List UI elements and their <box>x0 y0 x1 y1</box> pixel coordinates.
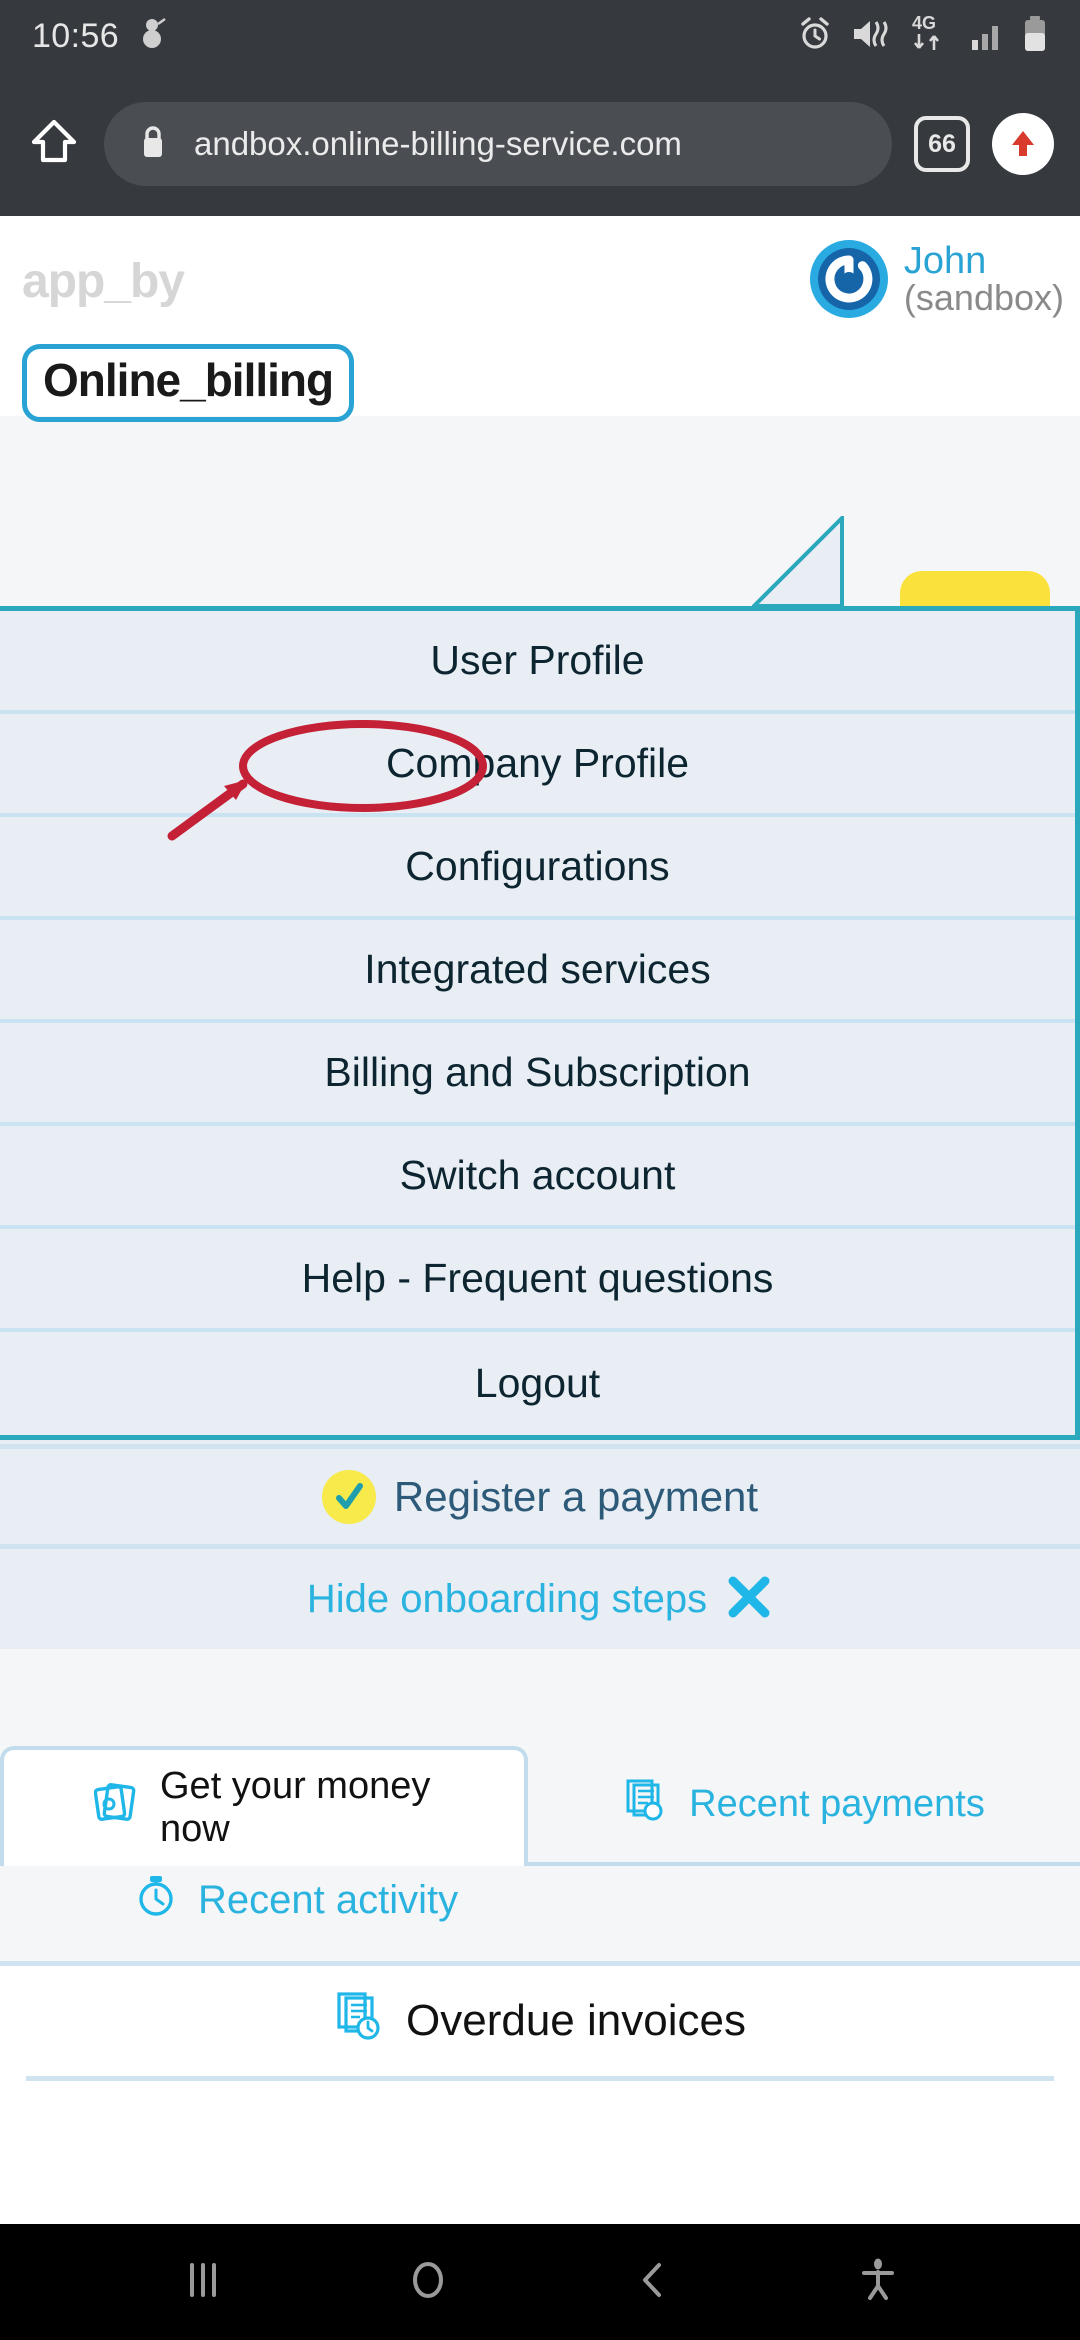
overdue-invoices-title: Overdue invoices <box>0 1966 1080 2076</box>
app-header: app_by John (sandbox) Online_billing <box>0 216 1080 667</box>
alarm-icon <box>796 15 834 58</box>
user-identity: John (sandbox) <box>904 242 1064 316</box>
menu-item-label: Integrated services <box>364 946 711 992</box>
tab-row: Get your money now Recent payments <box>0 1746 1080 1866</box>
signal-bars-icon <box>970 16 1006 57</box>
brand-appby-text: app_by <box>22 255 185 308</box>
recent-activity-link[interactable]: Recent activity <box>132 1871 458 1929</box>
menu-item-switch-account[interactable]: Switch account <box>0 1126 1075 1229</box>
menu-item-label: Company Profile <box>385 740 690 786</box>
status-bar-left: 10:56 <box>32 17 167 56</box>
hide-onboarding-steps[interactable]: Hide onboarding steps <box>0 1549 1080 1649</box>
user-dropdown-menu: User Profile Company Profile Configurati… <box>0 606 1080 1440</box>
menu-item-label: Configurations <box>405 843 670 889</box>
overdue-invoices-title-text: Overdue invoices <box>406 1996 746 2045</box>
hide-onboarding-label: Hide onboarding steps <box>306 1576 708 1621</box>
tab-recent-payments[interactable]: Recent payments <box>528 1746 1080 1866</box>
menu-item-label: Logout <box>474 1360 601 1406</box>
menu-item-logout[interactable]: Logout <box>0 1332 1075 1435</box>
menu-item-label: Billing and Subscription <box>324 1049 751 1095</box>
menu-item-configurations[interactable]: Configurations <box>0 817 1075 920</box>
dropdown-notch <box>752 516 844 608</box>
recent-activity-label: Recent activity <box>198 1877 459 1922</box>
network-4g-icon: 4G <box>908 12 954 61</box>
tab-label: Recent payments <box>689 1782 985 1825</box>
menu-item-company-profile[interactable]: Company Profile <box>0 714 1075 817</box>
menu-item-integrated-services[interactable]: Integrated services <box>0 920 1075 1023</box>
web-page-viewport: app_by John (sandbox) Online_billing Use… <box>0 216 1080 2116</box>
close-x-icon[interactable] <box>725 1573 773 1626</box>
stopwatch-icon <box>132 1871 180 1929</box>
brand-online-billing-logo: Online_billing <box>22 344 355 422</box>
menu-item-label: Help - Frequent questions <box>301 1255 774 1301</box>
menu-item-help-faq[interactable]: Help - Frequent questions <box>0 1229 1075 1332</box>
android-status-bar: 10:56 4G <box>0 0 1080 72</box>
onboarding-register-payment[interactable]: Register a payment <box>0 1449 1080 1549</box>
power-spiral-avatar-icon[interactable] <box>808 238 890 320</box>
address-bar[interactable]: andbox.online-billing-service.com <box>104 102 892 186</box>
tab-count-button[interactable]: 66 <box>914 116 970 172</box>
tab-get-your-money-now[interactable]: Get your money now <box>0 1746 528 1866</box>
url-text: andbox.online-billing-service.com <box>194 125 682 162</box>
invoices-clock-icon <box>334 1990 386 2053</box>
accessibility-icon[interactable] <box>853 2255 903 2310</box>
menu-item-label: User Profile <box>430 637 645 683</box>
user-name-label: John <box>903 240 987 282</box>
tab-label: Get your money now <box>160 1765 431 1850</box>
overdue-invoices-table: Date / Due date Invoice Total due Overdu… <box>0 2081 1080 2116</box>
status-bar-right: 4G <box>796 12 1048 61</box>
svg-text:4G: 4G <box>912 13 936 33</box>
status-bar-clock: 10:56 <box>32 16 120 55</box>
browser-toolbar: andbox.online-billing-service.com 66 <box>0 72 1080 216</box>
menu-item-user-profile[interactable]: User Profile <box>0 611 1075 714</box>
android-nav-bar <box>0 2224 1080 2340</box>
upload-arrow-icon[interactable] <box>992 113 1054 175</box>
lock-icon <box>138 121 168 168</box>
back-chevron-icon[interactable] <box>628 2255 678 2310</box>
user-environment-label: (sandbox) <box>903 277 1064 318</box>
brand-online-billing-text: Online_billing <box>43 354 334 406</box>
money-bills-icon <box>93 1780 140 1836</box>
overdue-invoices-card: Overdue invoices Date / Due date Invoice… <box>0 1961 1080 2116</box>
table-header-row: Date / Due date Invoice Total due Overdu… <box>26 2081 1054 2116</box>
recents-icon[interactable] <box>178 2255 228 2310</box>
home-icon[interactable] <box>26 114 82 175</box>
mute-vibrate-icon <box>850 16 892 57</box>
home-circle-icon[interactable] <box>403 2255 453 2310</box>
battery-icon <box>1022 15 1048 58</box>
yellow-check-icon <box>321 1469 376 1524</box>
menu-item-billing-subscription[interactable]: Billing and Subscription <box>0 1023 1075 1126</box>
register-payment-label: Register a payment <box>393 1472 759 1520</box>
tab-bar: Get your money now Recent payments <box>0 1656 1080 1896</box>
menu-item-label: Switch account <box>399 1152 676 1198</box>
user-menu-trigger[interactable]: John (sandbox) <box>808 238 1064 320</box>
invoices-stack-icon <box>623 1776 669 1832</box>
brand-appby-logo: app_by <box>22 254 185 309</box>
snowman-icon <box>137 17 167 56</box>
